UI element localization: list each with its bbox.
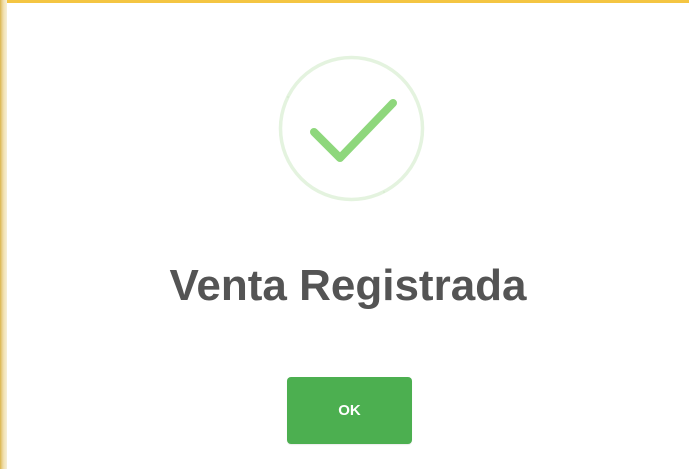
success-ring bbox=[278, 55, 425, 202]
success-check-svg bbox=[278, 55, 425, 202]
dialog-title: Venta Registrada bbox=[169, 261, 527, 310]
ring-dot-left bbox=[287, 96, 289, 98]
ring-dot-bottom bbox=[383, 191, 385, 193]
ok-button[interactable]: OK bbox=[287, 377, 412, 444]
success-check-icon bbox=[276, 53, 427, 204]
check-mark bbox=[310, 99, 397, 162]
success-dialog: Venta Registrada OK bbox=[7, 3, 689, 469]
window-left-border bbox=[0, 0, 7, 469]
dialog-window-frame: Venta Registrada OK bbox=[0, 0, 689, 469]
